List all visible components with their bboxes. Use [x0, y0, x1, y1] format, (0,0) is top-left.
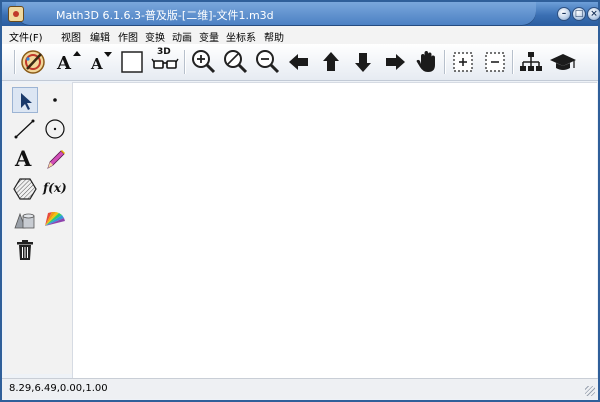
- arrow-up-icon: [323, 52, 339, 71]
- graduation-cap-icon: [550, 54, 576, 70]
- move-down-button[interactable]: [348, 47, 378, 77]
- zoom-icon: [224, 50, 248, 74]
- text-tool[interactable]: A: [12, 146, 38, 172]
- mode-3d-button[interactable]: 3D: [150, 47, 180, 77]
- zoom-in-button[interactable]: [188, 47, 218, 77]
- palette-brush-icon: [21, 50, 45, 74]
- menu-animation[interactable]: 动画: [172, 29, 192, 44]
- move-left-button[interactable]: [284, 47, 314, 77]
- hierarchy-button[interactable]: [516, 47, 546, 77]
- 3d-glasses-icon: [151, 58, 179, 69]
- function-tool[interactable]: f(x): [42, 176, 68, 202]
- menu-file[interactable]: 文件(F): [9, 29, 43, 44]
- status-bar: 8.29,6.49,0.00,1.00: [2, 378, 598, 399]
- line-segment-icon: [14, 119, 35, 139]
- maximize-button[interactable]: □: [572, 7, 586, 21]
- menu-transform[interactable]: 变换: [145, 29, 165, 44]
- pen-tool[interactable]: [42, 146, 68, 172]
- menu-construct[interactable]: 作图: [118, 29, 138, 44]
- text-tool-letter: A: [15, 146, 32, 171]
- menu-help[interactable]: 帮助: [264, 29, 284, 44]
- pan-button[interactable]: [412, 47, 442, 77]
- menu-variable[interactable]: 变量: [199, 29, 219, 44]
- point-tool[interactable]: [42, 87, 68, 113]
- color-tool[interactable]: [42, 206, 68, 232]
- solid-tool[interactable]: [12, 206, 38, 232]
- circle-icon: [45, 119, 65, 139]
- circle-tool[interactable]: [42, 116, 68, 142]
- pointer-arrow-icon: [21, 93, 32, 110]
- point-icon: [53, 98, 57, 102]
- window-title: Math3D 6.1.6.3-普及版-[二维]-文件1.m3d: [56, 9, 274, 22]
- main-toolbar: A A 3D: [2, 44, 598, 81]
- tool-panel: A f(x): [6, 84, 72, 374]
- zoom-reset-button[interactable]: [220, 47, 250, 77]
- minimize-button[interactable]: –: [557, 7, 571, 21]
- square-frame-icon: [121, 51, 143, 73]
- close-button[interactable]: ×: [587, 7, 600, 21]
- font-size-down-button[interactable]: A: [86, 47, 116, 77]
- triangle-down-icon: [104, 52, 112, 57]
- toolbar-separator: [14, 50, 16, 74]
- title-bar[interactable]: Math3D 6.1.6.3-普及版-[二维]-文件1.m3d – □ ×: [2, 2, 600, 26]
- move-up-button[interactable]: [316, 47, 346, 77]
- toolbar-separator: [184, 50, 186, 74]
- select-tool[interactable]: [12, 87, 38, 113]
- menu-coordinate[interactable]: 坐标系: [226, 29, 256, 44]
- arrow-down-icon: [355, 53, 371, 72]
- toolbar-separator: [512, 50, 514, 74]
- menu-edit[interactable]: 编辑: [90, 29, 110, 44]
- shrink-view-button[interactable]: [480, 47, 510, 77]
- hierarchy-tree-icon: [520, 52, 542, 71]
- move-right-button[interactable]: [380, 47, 410, 77]
- dashed-minus-box-icon: [485, 52, 505, 72]
- color-fan-icon: [45, 212, 65, 226]
- app-window: Math3D 6.1.6.3-普及版-[二维]-文件1.m3d – □ × 文件…: [0, 0, 600, 402]
- toolbar-separator: [444, 50, 446, 74]
- pencil-icon: [47, 150, 65, 169]
- hatched-hexagon-icon: [13, 178, 37, 200]
- app-icon[interactable]: [8, 6, 24, 22]
- delete-tool[interactable]: [12, 237, 38, 263]
- zoom-out-icon: [256, 50, 280, 74]
- trash-icon: [17, 240, 33, 260]
- triangle-up-icon: [73, 51, 81, 56]
- expand-view-button[interactable]: [448, 47, 478, 77]
- hand-icon: [416, 51, 435, 72]
- resize-grip-icon[interactable]: [585, 386, 595, 396]
- 3d-shapes-icon: [14, 212, 35, 229]
- arrow-left-icon: [289, 54, 308, 70]
- frame-button[interactable]: [118, 47, 148, 77]
- zoom-out-button[interactable]: [252, 47, 282, 77]
- font-size-up-button[interactable]: A: [54, 47, 84, 77]
- education-button[interactable]: [548, 47, 578, 77]
- zoom-in-icon: [192, 50, 216, 74]
- line-tool[interactable]: [12, 116, 38, 142]
- palette-tool-button[interactable]: [18, 47, 48, 77]
- drawing-canvas[interactable]: [72, 82, 597, 379]
- menu-bar: 文件(F) 视图 编辑 作图 变换 动画 变量 坐标系 帮助: [2, 26, 598, 45]
- dashed-plus-box-icon: [453, 52, 473, 72]
- function-tool-label: f(x): [43, 181, 67, 195]
- polygon-tool[interactable]: [12, 176, 38, 202]
- arrow-right-icon: [386, 54, 405, 70]
- menu-view[interactable]: 视图: [61, 29, 81, 44]
- coordinate-readout: 8.29,6.49,0.00,1.00: [9, 383, 108, 394]
